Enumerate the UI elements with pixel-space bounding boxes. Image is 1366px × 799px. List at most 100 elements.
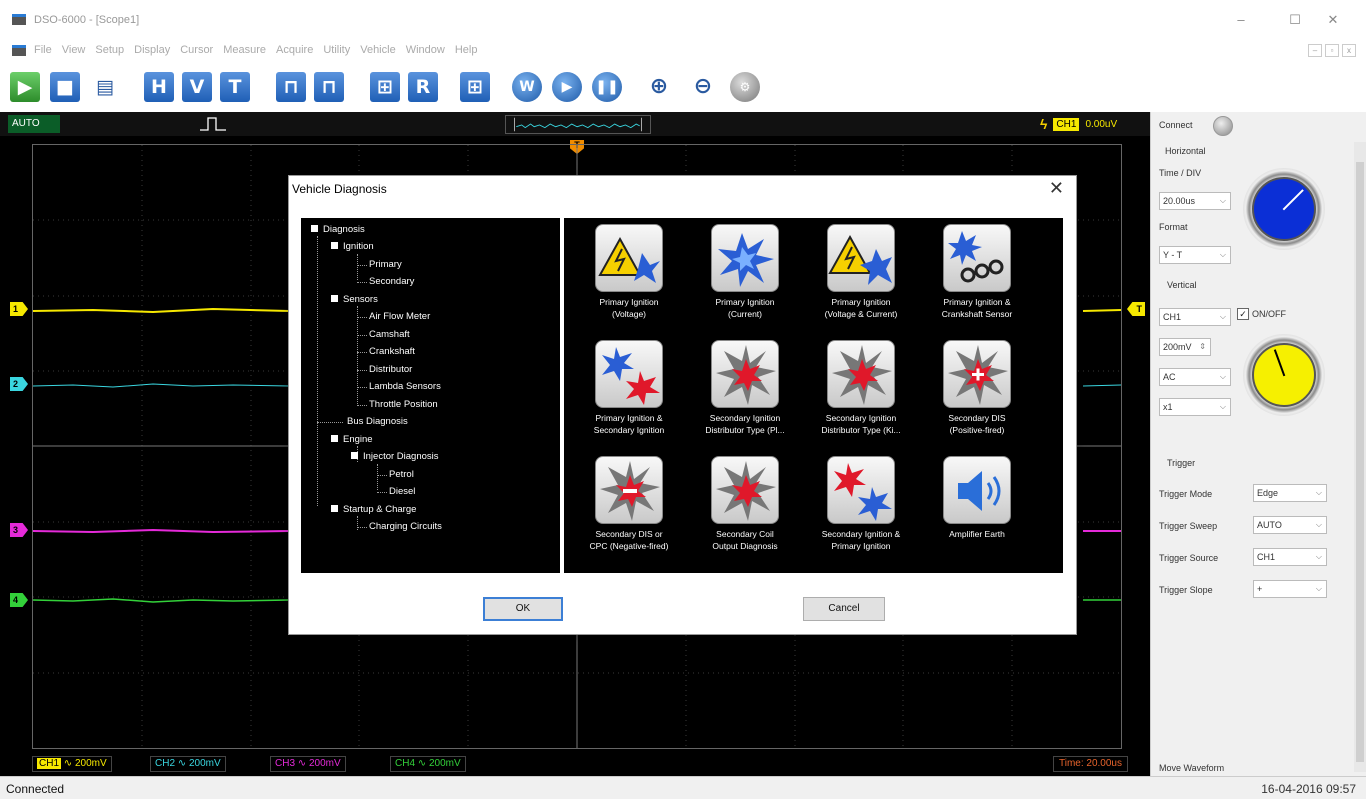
reference-2-icon[interactable]: ⊞ (460, 72, 490, 102)
mdi-restore-button[interactable]: ▫ (1325, 44, 1339, 57)
trigger-mode-select[interactable]: Edge ⌵ (1253, 484, 1327, 502)
collapse-icon[interactable] (331, 435, 338, 442)
horizontal-button[interactable]: H (144, 72, 174, 102)
trigger-slope-value: + (1257, 584, 1263, 594)
measure-1-icon[interactable]: ⊓ (276, 72, 306, 102)
collapse-icon[interactable] (331, 505, 338, 512)
tree-item-injector-diagnosis[interactable]: Injector Diagnosis (351, 451, 439, 462)
tile-primary-ignition-voltage-current[interactable]: Primary Ignition (Voltage & Current) (802, 224, 920, 320)
menu-view[interactable]: View (62, 44, 86, 56)
save-icon[interactable]: ■ (50, 72, 80, 102)
onoff-checkbox[interactable]: ✓ (1237, 308, 1249, 320)
tree-item-diesel[interactable]: Diesel (389, 486, 415, 497)
trigger-slope-select[interactable]: + ⌵ (1253, 580, 1327, 598)
probe-select[interactable]: x1 ⌵ (1159, 398, 1231, 416)
menu-display[interactable]: Display (134, 44, 170, 56)
channel-select[interactable]: CH1 ⌵ (1159, 308, 1231, 326)
reference-button[interactable]: R (408, 72, 438, 102)
tree-item-bus-diagnosis[interactable]: Bus Diagnosis (347, 416, 408, 427)
timebase-knob[interactable] (1243, 168, 1325, 250)
run-icon[interactable]: ▶ (552, 72, 582, 102)
trigger-sweep-select[interactable]: AUTO ⌵ (1253, 516, 1327, 534)
mdi-minimize-button[interactable]: – (1308, 44, 1322, 57)
tile-primary-secondary-ignition[interactable]: Primary Ignition & Secondary Ignition (570, 340, 688, 436)
tile-secondary-dis-positive[interactable]: Secondary DIS (Positive-fired) (918, 340, 1036, 436)
collapse-icon[interactable] (331, 295, 338, 302)
trigger-level-marker[interactable]: T (1127, 302, 1145, 316)
measure-2-icon[interactable]: ⊓ (314, 72, 344, 102)
menu-vehicle[interactable]: Vehicle (360, 44, 395, 56)
ok-button[interactable]: OK (483, 597, 563, 621)
ch4-status[interactable]: CH4 ∿ 200mV (390, 756, 466, 772)
tree-item-primary[interactable]: Primary (369, 259, 402, 270)
tile-secondary-coil-output[interactable]: Secondary Coil Output Diagnosis (686, 456, 804, 552)
tree-item-diagnosis[interactable]: Diagnosis (311, 224, 365, 235)
ch1-status[interactable]: CH1 ∿ 200mV (32, 756, 112, 772)
open-icon[interactable]: ▶ (10, 72, 40, 102)
tree-item-air-flow-meter[interactable]: Air Flow Meter (369, 311, 430, 322)
menu-help[interactable]: Help (455, 44, 478, 56)
ch2-status[interactable]: CH2 ∿ 200mV (150, 756, 226, 772)
time-div-select[interactable]: 20.00us ⌵ (1159, 192, 1231, 210)
tree-item-petrol[interactable]: Petrol (389, 469, 414, 480)
tree-item-charging-circuits[interactable]: Charging Circuits (369, 521, 442, 532)
tree-item-camshaft[interactable]: Camshaft (369, 329, 410, 340)
tile-secondary-dis-negative[interactable]: Secondary DIS or CPC (Negative-fired) (570, 456, 688, 552)
coupling-select[interactable]: AC ⌵ (1159, 368, 1231, 386)
ch3-status[interactable]: CH3 ∿ 200mV (270, 756, 346, 772)
menu-measure[interactable]: Measure (223, 44, 266, 56)
tile-primary-ignition-voltage[interactable]: Primary Ignition (Voltage) (570, 224, 688, 320)
maximize-button[interactable]: ☐ (1280, 10, 1310, 30)
tile-secondary-primary-ignition[interactable]: Secondary Ignition & Primary Ignition (802, 456, 920, 552)
ch3-offset-marker[interactable]: 3 (10, 523, 28, 537)
tree-item-crankshaft[interactable]: Crankshaft (369, 346, 415, 357)
collapse-icon[interactable] (351, 452, 358, 459)
auto-set-icon[interactable]: W (512, 72, 542, 102)
ch1-offset-marker[interactable]: 1 (10, 302, 28, 316)
minimize-button[interactable]: – (1226, 10, 1256, 30)
volts-div-stepper[interactable]: 200mV ⇕ (1159, 338, 1211, 356)
zoom-out-icon[interactable]: ⊖ (688, 72, 718, 102)
format-select[interactable]: Y - T ⌵ (1159, 246, 1231, 264)
zoom-in-icon[interactable]: ⊕ (644, 72, 674, 102)
volts-knob[interactable] (1243, 334, 1325, 416)
tile-secondary-ignition-distributor-ki[interactable]: Secondary Ignition Distributor Type (Ki..… (802, 340, 920, 436)
tree-item-startup-charge[interactable]: Startup & Charge (331, 504, 416, 515)
menu-utility[interactable]: Utility (323, 44, 350, 56)
vertical-button[interactable]: V (182, 72, 212, 102)
tile-amplifier-earth[interactable]: Amplifier Earth (918, 456, 1036, 540)
tree-item-ignition[interactable]: Ignition (331, 241, 374, 252)
tree-item-distributor[interactable]: Distributor (369, 364, 412, 375)
collapse-icon[interactable] (311, 225, 318, 232)
menu-cursor[interactable]: Cursor (180, 44, 213, 56)
panel-scrollbar[interactable] (1354, 142, 1366, 772)
trigger-source-select[interactable]: CH1 ⌵ (1253, 548, 1327, 566)
print-icon[interactable]: ▤ (90, 72, 120, 102)
ch2-offset-marker[interactable]: 2 (10, 377, 28, 391)
settings-icon[interactable]: ⚙ (730, 72, 760, 102)
menu-file[interactable]: File (34, 44, 52, 56)
menu-acquire[interactable]: Acquire (276, 44, 313, 56)
menu-window[interactable]: Window (406, 44, 445, 56)
tree-item-engine[interactable]: Engine (331, 434, 373, 445)
menu-setup[interactable]: Setup (95, 44, 124, 56)
ch4-offset-marker[interactable]: 4 (10, 593, 28, 607)
tile-secondary-ignition-distributor-pl[interactable]: Secondary Ignition Distributor Type (Pl..… (686, 340, 804, 436)
mdi-close-button[interactable]: x (1342, 44, 1356, 57)
reference-1-icon[interactable]: ⊞ (370, 72, 400, 102)
waveform-preview[interactable] (505, 115, 651, 134)
tree-item-throttle-position[interactable]: Throttle Position (369, 399, 438, 410)
connect-button[interactable] (1213, 116, 1233, 136)
tree-item-secondary[interactable]: Secondary (369, 276, 414, 287)
collapse-icon[interactable] (331, 242, 338, 249)
scrollbar-thumb[interactable] (1356, 162, 1364, 762)
tile-primary-ignition-current[interactable]: Primary Ignition (Current) (686, 224, 804, 320)
tree-item-sensors[interactable]: Sensors (331, 294, 378, 305)
cancel-button[interactable]: Cancel (803, 597, 885, 621)
dialog-close-icon[interactable]: ✕ (1049, 178, 1064, 199)
tree-item-lambda-sensors[interactable]: Lambda Sensors (369, 381, 441, 392)
trigger-button[interactable]: T (220, 72, 250, 102)
close-button[interactable]: ✕ (1318, 10, 1348, 30)
stop-icon[interactable]: ❚❚ (592, 72, 622, 102)
tile-primary-ignition-crankshaft[interactable]: Primary Ignition & Crankshaft Sensor (918, 224, 1036, 320)
